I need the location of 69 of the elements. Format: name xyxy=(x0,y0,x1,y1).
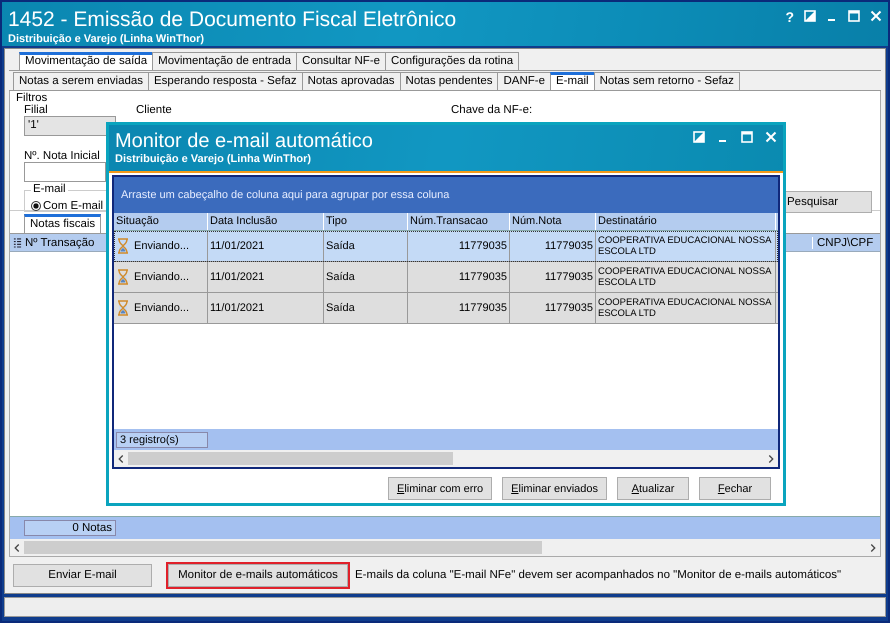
hint-text: Arraste um cabeçalho de coluna aqui para agrupar por essa coluna xyxy=(121,189,450,201)
button[interactable]: Fechar xyxy=(699,477,771,500)
info-text: E-mails da coluna "E-mail NFe" devem ser acompanhados no "Monitor de e-mails automáticos" xyxy=(355,569,842,581)
field-label: Nº. Nota Inicial xyxy=(24,150,100,162)
button[interactable]: Atualizar xyxy=(617,477,689,500)
input-field[interactable] xyxy=(24,162,106,182)
window-subtitle: Distribuição e Varejo (Linha WinThor) xyxy=(8,33,206,45)
column-header[interactable]: Data Inclusão xyxy=(208,213,324,230)
table-cell: 11/01/2021 xyxy=(210,271,264,283)
table-cell: 11779035 xyxy=(544,271,593,283)
table-cell-text: COOPERATIVA EDUCACIONAL NOSSA ESCOLA LTD xyxy=(598,235,772,257)
table-cell: 11779035 xyxy=(544,302,593,314)
button[interactable]: Enviar E-mail xyxy=(13,564,152,586)
record-count: 3 registro(s) xyxy=(116,432,208,448)
table-cell-text: COOPERATIVA EDUCACIONAL NOSSA ESCOLA LTD xyxy=(598,297,772,319)
table-cell: 11779035 xyxy=(544,240,593,252)
maximize-icon[interactable] xyxy=(741,131,753,143)
table-cell: Enviando... xyxy=(134,302,190,314)
tab[interactable]: Notas a serem enviadas xyxy=(13,72,150,90)
table-cell: 11779035 xyxy=(458,302,507,314)
hourglass-icon xyxy=(116,269,130,285)
hourglass-icon xyxy=(116,300,130,316)
restore-icon[interactable] xyxy=(804,10,816,22)
field-label: Filial xyxy=(24,104,49,116)
radio-button[interactable]: Com E-mail xyxy=(31,200,113,212)
maximize-icon[interactable] xyxy=(848,10,860,22)
dialog-title: Monitor de e-mail automático xyxy=(115,129,373,153)
table-cell: Saída xyxy=(326,240,355,252)
column-header[interactable]: Tipo xyxy=(324,213,408,230)
horizontal-scrollbar[interactable] xyxy=(114,450,778,467)
column-header[interactable]: Núm.Transacao xyxy=(408,213,510,230)
table-cell: 11779035 xyxy=(458,240,507,252)
close-icon[interactable] xyxy=(870,10,882,22)
tab[interactable]: Movimentação de saída xyxy=(19,52,154,70)
table-cell: 11/01/2021 xyxy=(210,302,264,314)
button[interactable]: Monitor de e-mails automáticos xyxy=(168,564,348,586)
table-cell-text: COOPERATIVA EDUCACIONAL NOSSA ESCOLA LTD xyxy=(598,266,772,288)
table-row[interactable]: Enviando... 11/01/2021 Saída 11779035 11779035 COOPERATIVA EDUCACIONAL NOSSA ESCOLA LTD xyxy=(114,262,778,293)
window-title: 1452 - Emissão de Documento Fiscal Eletrônico xyxy=(8,8,456,32)
tab[interactable]: Notas sem retorno - Sefaz xyxy=(594,72,740,90)
tab[interactable]: E-mail xyxy=(550,72,595,90)
list-icon[interactable] xyxy=(13,237,22,248)
horizontal-scrollbar[interactable] xyxy=(10,539,880,556)
button[interactable]: Eliminar enviados xyxy=(502,477,607,500)
button[interactable]: Eliminar com erro xyxy=(388,477,492,500)
dialog-subtitle: Distribuição e Varejo (Linha WinThor) xyxy=(115,153,312,165)
table-row[interactable]: Enviando... 11/01/2021 Saída 11779035 11779035 COOPERATIVA EDUCACIONAL NOSSA ESCOLA LTD xyxy=(114,293,778,324)
group-title: Filtros xyxy=(16,92,48,104)
field-label: Cliente xyxy=(136,104,173,118)
field-label: Chave da NF-e: xyxy=(451,104,534,118)
table-cell: Enviando... xyxy=(134,271,190,283)
column-header[interactable]: Núm.Nota xyxy=(510,213,596,230)
record-count: 0 Notas xyxy=(24,520,116,536)
group-title: E-mail xyxy=(31,183,68,195)
table-cell: Enviando... xyxy=(134,240,190,252)
column-header[interactable]: CNPJ\CPF xyxy=(812,236,874,248)
table-cell: 11779035 xyxy=(458,271,507,283)
hourglass-icon xyxy=(116,238,130,254)
column-header[interactable]: Destinatário xyxy=(596,213,776,230)
table-cell: 11/01/2021 xyxy=(210,240,264,252)
tab[interactable]: Configurações da rotina xyxy=(385,52,520,70)
table-cell: Saída xyxy=(326,302,355,314)
restore-icon[interactable] xyxy=(693,131,705,143)
table-row[interactable]: Enviando... 11/01/2021 Saída 11779035 11779035 COOPERATIVA EDUCACIONAL NOSSA ESCOLA LTD xyxy=(114,231,778,262)
table-cell: Saída xyxy=(326,271,355,283)
input-field[interactable]: '1' xyxy=(24,116,116,136)
help-button[interactable]: ? xyxy=(785,10,794,24)
column-header[interactable]: Situação xyxy=(114,213,208,230)
close-icon[interactable] xyxy=(765,131,777,143)
